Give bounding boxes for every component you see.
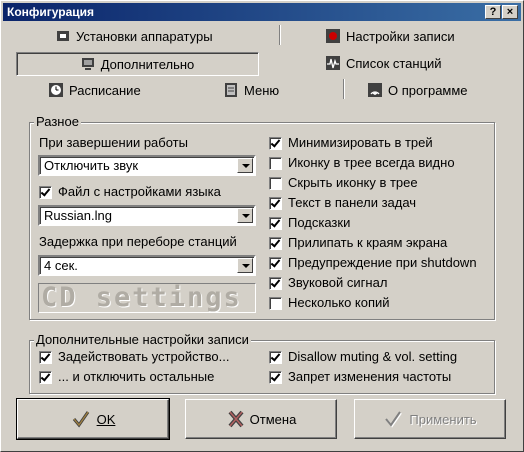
tab-label: Меню (244, 82, 280, 98)
tab-label: Список станций (346, 55, 442, 71)
apply-check-icon (383, 409, 403, 429)
menu-icon (224, 83, 238, 97)
checkbox-box[interactable] (269, 136, 282, 150)
cancel-button[interactable]: Отмена (185, 399, 337, 439)
cancel-label: Отмена (249, 411, 297, 427)
record-icon (326, 29, 340, 43)
language-select[interactable]: Russian.lng (38, 205, 256, 226)
language-file-checkbox[interactable]: Файл с настройками языка (39, 184, 221, 200)
checkbox-box[interactable] (269, 236, 282, 250)
checkbox-box[interactable] (269, 256, 282, 270)
close-button[interactable]: × (502, 5, 518, 19)
checkbox-label: Подсказки (288, 215, 351, 230)
on-exit-label: При завершении работы (39, 135, 188, 150)
tab-label: О программе (388, 82, 468, 98)
disallow-muting-checkbox[interactable]: Disallow muting & vol. setting (269, 349, 457, 365)
multiple-copies-checkbox[interactable]: Несколько копий (269, 295, 390, 311)
checkbox-label: Предупреждение при shutdown (288, 255, 477, 270)
checkbox-box[interactable] (269, 156, 282, 170)
checkbox-label: Текст в панели задач (288, 195, 417, 210)
hardware-icon (56, 29, 70, 43)
clock-icon (49, 83, 63, 97)
about-icon (368, 83, 382, 97)
tab-divider (343, 79, 345, 99)
title-bar: Конфигурация ? × (3, 3, 521, 21)
use-device-checkbox[interactable]: Задействовать устройство... (39, 349, 229, 365)
checkbox-box[interactable] (269, 276, 282, 290)
checkbox-label: Звуковой сигнал (288, 275, 388, 290)
shutdown-warning-checkbox[interactable]: Предупреждение при shutdown (269, 255, 477, 271)
scan-delay-label: Задержка при переборе станций (39, 234, 237, 249)
apply-label: Применить (409, 411, 477, 427)
help-button[interactable]: ? (485, 5, 501, 19)
monitor-icon (81, 57, 95, 71)
on-exit-select[interactable]: Отключить звук (38, 155, 256, 176)
checkbox-box[interactable] (269, 176, 282, 190)
chevron-down-icon[interactable] (237, 258, 253, 273)
tab-divider (279, 25, 281, 45)
checkbox-box[interactable] (39, 370, 52, 384)
tab-label: Настройки записи (346, 28, 455, 44)
tab-label: Расписание (69, 82, 141, 98)
tab-about[interactable]: О программе (368, 79, 468, 101)
tab-advanced[interactable]: Дополнительно (16, 52, 259, 76)
disable-others-checkbox[interactable]: ... и отключить остальные (39, 369, 214, 385)
tab-hardware[interactable]: Установки аппаратуры (56, 25, 213, 47)
tab-station-list[interactable]: Список станций (326, 52, 442, 74)
checkbox-label: Задействовать устройство... (58, 349, 230, 364)
checkbox-box[interactable] (269, 196, 282, 210)
cancel-x-icon (226, 409, 246, 429)
scan-delay-value: 4 сек. (44, 258, 78, 273)
record-extra-group-label: Дополнительные настройки записи (34, 332, 251, 347)
lcd-preview: CD settings L (38, 283, 256, 313)
tab-label: Дополнительно (100, 56, 195, 72)
tab-schedule[interactable]: Расписание (49, 79, 141, 101)
chevron-down-icon[interactable] (237, 158, 253, 173)
lcd-text: CD settings L (41, 283, 242, 313)
language-file-label: Файл с настройками языка (58, 184, 221, 199)
checkbox-label: Запрет изменения частоты (288, 369, 452, 384)
checkmark-icon (71, 409, 91, 429)
checkbox-label: Прилипать к краям экрана (288, 235, 448, 250)
checkbox-box[interactable] (269, 350, 282, 364)
window-title: Конфигурация (7, 5, 95, 19)
checkbox-label: Несколько копий (288, 295, 390, 310)
ok-button[interactable]: OK (16, 398, 170, 440)
checkbox-box[interactable] (269, 216, 282, 230)
checkbox-box[interactable] (39, 185, 52, 199)
checkbox-box[interactable] (39, 350, 52, 364)
sound-signal-checkbox[interactable]: Звуковой сигнал (269, 275, 387, 291)
taskbar-text-checkbox[interactable]: Текст в панели задач (269, 195, 416, 211)
minimize-to-tray-checkbox[interactable]: Минимизировать в трей (269, 135, 433, 151)
misc-group-label: Разное (34, 114, 81, 129)
snap-to-edges-checkbox[interactable]: Прилипать к краям экрана (269, 235, 447, 251)
ok-label: OK (96, 411, 116, 427)
checkbox-label: Скрыть иконку в трее (288, 175, 418, 190)
checkbox-label: Минимизировать в трей (288, 135, 433, 150)
on-exit-value: Отключить звук (44, 158, 139, 173)
tray-icon-always-checkbox[interactable]: Иконку в трее всегда видно (269, 155, 455, 171)
language-value: Russian.lng (44, 208, 112, 223)
scan-delay-select[interactable]: 4 сек. (38, 255, 256, 276)
tab-record-settings[interactable]: Настройки записи (326, 25, 455, 47)
checkbox-label: Disallow muting & vol. setting (288, 349, 458, 364)
waveform-icon (326, 56, 340, 70)
chevron-down-icon[interactable] (237, 208, 253, 223)
checkbox-label: Иконку в трее всегда видно (288, 155, 455, 170)
lock-frequency-checkbox[interactable]: Запрет изменения частоты (269, 369, 451, 385)
checkbox-box[interactable] (269, 296, 282, 310)
tab-menu[interactable]: Меню (224, 79, 279, 101)
apply-button[interactable]: Применить (354, 399, 506, 439)
checkbox-box[interactable] (269, 370, 282, 384)
hide-tray-icon-checkbox[interactable]: Скрыть иконку в трее (269, 175, 418, 191)
config-dialog: Конфигурация ? × Установки аппаратуры На… (0, 0, 524, 452)
tooltips-checkbox[interactable]: Подсказки (269, 215, 350, 231)
tab-label: Установки аппаратуры (76, 28, 213, 44)
checkbox-label: ... и отключить остальные (58, 369, 215, 384)
